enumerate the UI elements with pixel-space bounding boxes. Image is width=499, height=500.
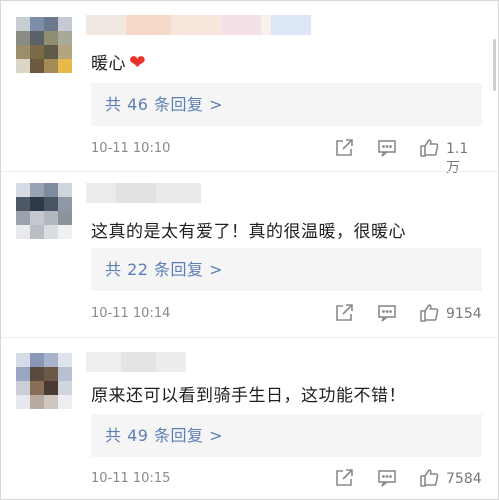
username-blurred[interactable] (86, 15, 311, 35)
comment-meta: 10-11 10:10 1.1万 (91, 137, 482, 176)
like-count: 7584 (446, 471, 482, 487)
share-icon[interactable] (333, 137, 355, 161)
avatar[interactable] (16, 17, 72, 73)
comment-icon[interactable] (376, 467, 398, 491)
like-icon[interactable] (418, 137, 440, 161)
divider (1, 337, 498, 338)
view-replies-button[interactable]: 共 22 条回复 > (91, 248, 482, 291)
username-blurred[interactable] (86, 183, 201, 203)
comment-meta: 10-11 10:15 7584 (91, 467, 482, 491)
avatar[interactable] (16, 353, 72, 409)
comment-time: 10-11 10:15 (91, 471, 171, 486)
view-replies-button[interactable]: 共 49 条回复 > (91, 414, 482, 457)
share-icon[interactable] (333, 302, 355, 326)
avatar[interactable] (16, 183, 72, 239)
divider (1, 171, 498, 172)
comment-meta: 10-11 10:14 9154 (91, 302, 482, 326)
comment-text: 暖心 ❤ (91, 50, 147, 74)
comment-time: 10-11 10:14 (91, 306, 171, 321)
heart-emoji: ❤ (129, 50, 147, 74)
scrollbar[interactable] (493, 39, 496, 91)
like-icon[interactable] (418, 302, 440, 326)
comment-icon[interactable] (376, 137, 398, 161)
comment-time: 10-11 10:10 (91, 141, 171, 156)
comment-text: 这真的是太有爱了！真的很温暖，很暖心 (91, 222, 406, 242)
like-icon[interactable] (418, 467, 440, 491)
like-count: 9154 (446, 306, 482, 322)
share-icon[interactable] (333, 467, 355, 491)
view-replies-button[interactable]: 共 46 条回复 > (91, 83, 482, 126)
username-blurred[interactable] (86, 352, 186, 372)
comment-icon[interactable] (376, 302, 398, 326)
comment-text: 原来还可以看到骑手生日，这功能不错！ (91, 386, 406, 406)
